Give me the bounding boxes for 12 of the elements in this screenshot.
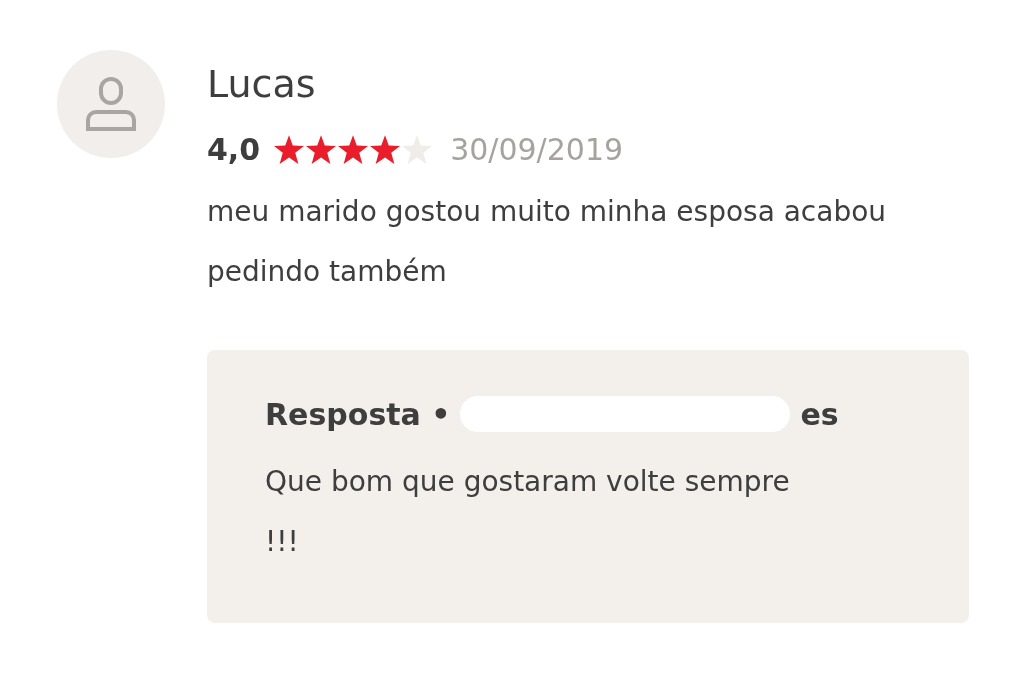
reviewer-name: Lucas [207, 61, 317, 108]
reply-title: Resposta • [265, 396, 451, 432]
reply-text: Que bom que gostaram volte sempre !!! [265, 464, 791, 560]
rating-value: 4,0 [207, 131, 261, 167]
person-icon [84, 76, 138, 132]
star-icon [274, 134, 305, 164]
star-icon [370, 134, 401, 164]
review-comment: meu marido gostou muito minha esposa acabou pedindo também [207, 194, 888, 290]
reply-title-end: es [800, 396, 839, 432]
review-date: 30/09/2019 [450, 131, 624, 167]
star-icon [306, 134, 337, 164]
star-icon [338, 134, 369, 164]
